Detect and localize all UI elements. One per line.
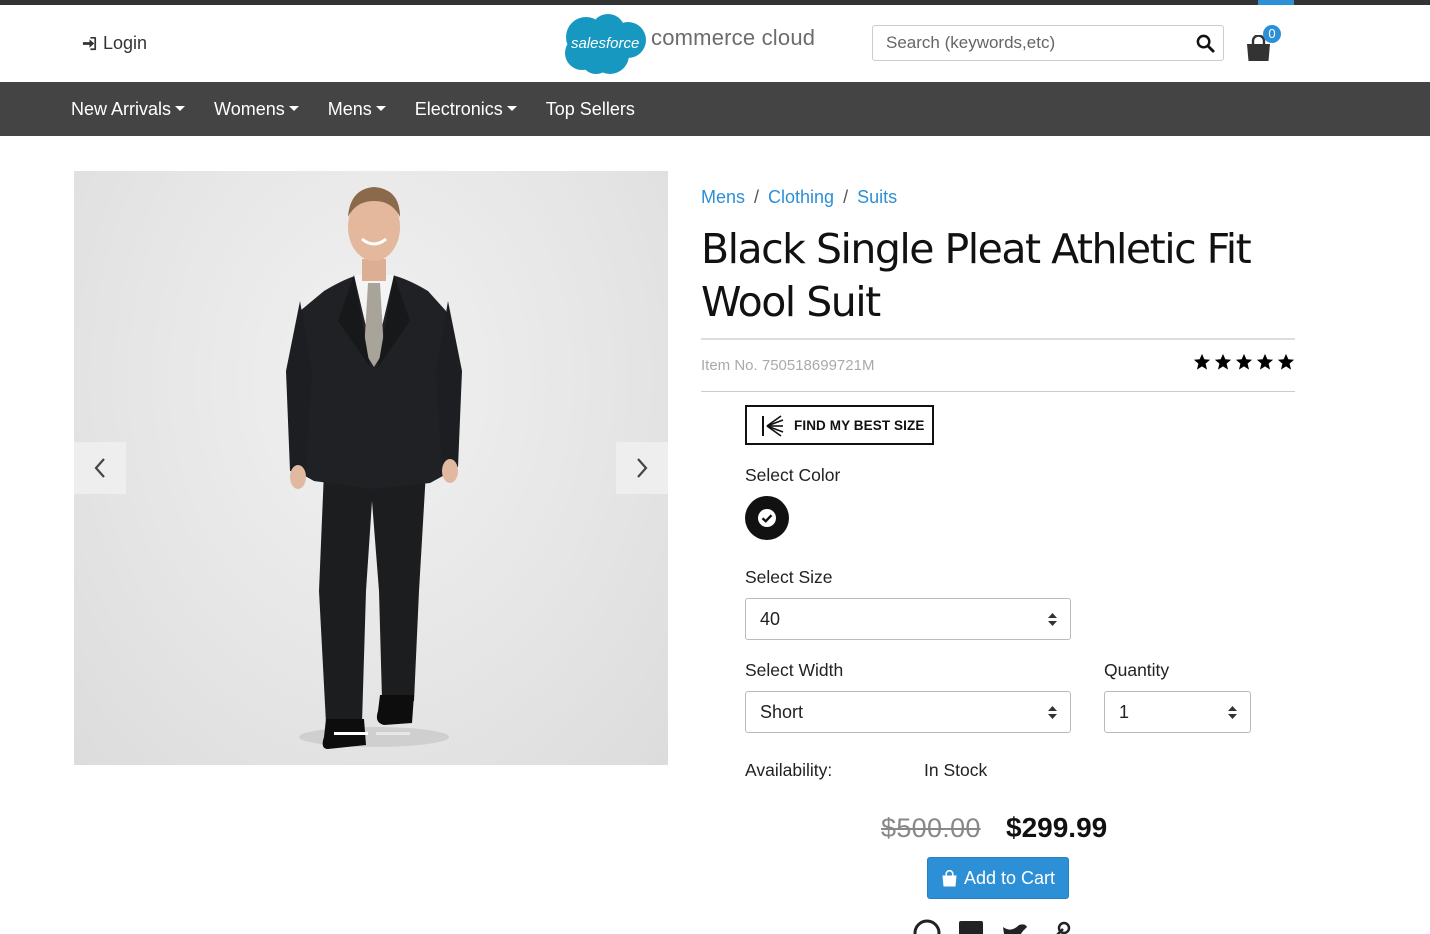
- carousel-indicators: [334, 732, 410, 735]
- nav-item-mens[interactable]: Mens: [328, 99, 386, 120]
- carousel-indicator[interactable]: [376, 732, 410, 735]
- logo-cloud-text: salesforce: [571, 35, 640, 52]
- nav-item-electronics[interactable]: Electronics: [415, 99, 517, 120]
- nav-label: Top Sellers: [545, 99, 635, 119]
- nav-label: New Arrivals: [71, 99, 172, 119]
- login-link[interactable]: Login: [82, 33, 147, 54]
- carousel-next-button[interactable]: [616, 442, 668, 494]
- caret-down-icon: [288, 105, 299, 111]
- product-details: Mens / Clothing / Suits Black Single Ple…: [701, 171, 1295, 934]
- breadcrumb-suits[interactable]: Suits: [857, 187, 897, 208]
- divider: [701, 391, 1295, 392]
- add-to-cart-label: Add to Cart: [963, 867, 1056, 888]
- breadcrumb-mens[interactable]: Mens: [701, 187, 745, 208]
- size-select[interactable]: 40: [745, 598, 1071, 640]
- search-input[interactable]: [873, 26, 1183, 60]
- divider: [701, 338, 1295, 340]
- chevron-right-icon: [637, 458, 648, 478]
- star-icon: [1277, 353, 1295, 370]
- cart-count-badge: 0: [1263, 25, 1281, 43]
- sort-arrows-icon: [1228, 706, 1237, 719]
- size-select-value: 40: [760, 609, 781, 629]
- breadcrumb-clothing[interactable]: Clothing: [768, 187, 834, 208]
- carousel-prev-button[interactable]: [74, 442, 126, 494]
- pinterest-icon[interactable]: [913, 919, 941, 934]
- availability-label: Availability:: [745, 760, 833, 780]
- select-color-label: Select Color: [745, 465, 841, 485]
- star-icon: [1214, 353, 1232, 370]
- site-header: Login salesforce commerce cloud 0: [0, 5, 1430, 82]
- item-number: Item No. 750518699721M: [701, 357, 875, 374]
- star-rating: [1193, 353, 1295, 371]
- size-finder-logo-icon: [762, 415, 784, 437]
- caret-down-icon: [375, 105, 386, 111]
- logo-brand-text: commerce cloud: [651, 25, 816, 50]
- login-label: Login: [103, 33, 148, 53]
- star-icon: [1256, 353, 1274, 370]
- add-to-cart-button[interactable]: Add to Cart: [927, 857, 1069, 899]
- search-box: [872, 25, 1224, 61]
- twitter-icon[interactable]: [1001, 919, 1029, 934]
- caret-down-icon: [175, 105, 186, 111]
- checkmark-icon: [758, 509, 776, 527]
- link-icon[interactable]: [1045, 919, 1073, 934]
- find-my-best-size-button[interactable]: FIND MY BEST SIZE: [745, 405, 934, 445]
- nav-label: Mens: [327, 99, 372, 119]
- quantity-select[interactable]: 1: [1104, 691, 1251, 733]
- color-swatch-black[interactable]: [745, 496, 789, 540]
- nav-item-new-arrivals[interactable]: New Arrivals: [71, 99, 186, 120]
- main-navigation: New Arrivals Womens Mens Electronics Top…: [0, 82, 1430, 136]
- star-icon: [1235, 353, 1253, 370]
- nav-item-womens[interactable]: Womens: [214, 99, 299, 120]
- breadcrumb-separator: /: [754, 187, 760, 207]
- select-size-label: Select Size: [745, 567, 833, 587]
- shopping-bag-icon: [942, 869, 957, 886]
- product-image-carousel[interactable]: [74, 171, 668, 765]
- find-my-best-size-label: FIND MY BEST SIZE: [794, 418, 925, 433]
- facebook-icon[interactable]: [957, 919, 985, 934]
- nav-item-top-sellers[interactable]: Top Sellers: [546, 99, 635, 120]
- breadcrumb: Mens / Clothing / Suits: [701, 171, 897, 225]
- width-select[interactable]: Short: [745, 691, 1071, 733]
- salesforce-commerce-cloud-logo[interactable]: salesforce commerce cloud: [558, 13, 818, 77]
- sort-arrows-icon: [1048, 706, 1057, 719]
- chevron-left-icon: [94, 458, 105, 478]
- sale-price: $299.99: [1006, 812, 1108, 843]
- minicart-button[interactable]: 0: [1244, 25, 1284, 61]
- product-name: Black Single Pleat Athletic Fit Wool Sui…: [701, 225, 1252, 326]
- nav-label: Womens: [214, 99, 285, 119]
- sign-in-icon: [82, 36, 97, 51]
- sort-arrows-icon: [1048, 613, 1057, 626]
- search-icon[interactable]: [1196, 34, 1215, 53]
- carousel-indicator[interactable]: [334, 732, 368, 735]
- original-price: $500.00: [881, 813, 981, 843]
- product-image: [286, 187, 462, 749]
- width-select-value: Short: [760, 702, 804, 722]
- quantity-label: Quantity: [1104, 660, 1170, 680]
- caret-down-icon: [506, 105, 517, 111]
- nav-label: Electronics: [414, 99, 503, 119]
- select-width-label: Select Width: [745, 660, 844, 680]
- quantity-select-value: 1: [1119, 702, 1130, 722]
- social-share: [913, 919, 1073, 934]
- availability-status: In Stock: [924, 760, 988, 780]
- breadcrumb-separator: /: [843, 187, 849, 207]
- star-icon: [1193, 353, 1211, 370]
